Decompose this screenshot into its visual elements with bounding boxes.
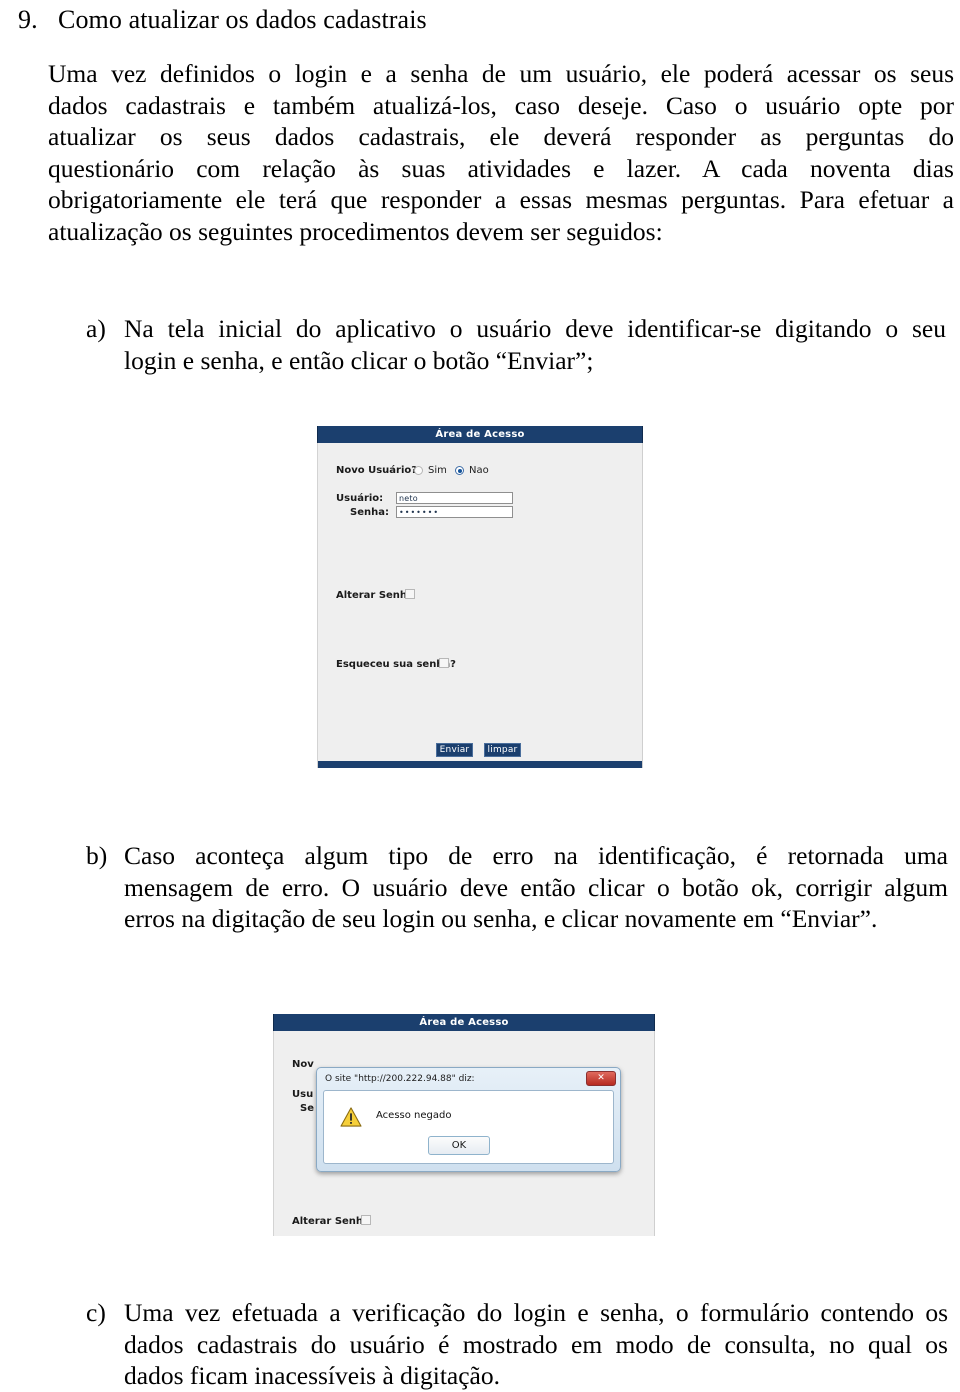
submit-button[interactable]: Enviar <box>436 743 473 757</box>
intro-line-5: obrigatoriamente ele terá que responder … <box>48 185 954 214</box>
intro-line-6: atualização os seguintes procedimentos d… <box>48 216 663 246</box>
error-dialog-screenshot: Área de Acesso Nov Usu Se Alterar Senha … <box>273 1014 655 1236</box>
section-heading-text: Como atualizar os dados cadastrais <box>58 5 427 34</box>
intro-paragraph: Uma vez definidos o login e a senha de u… <box>48 58 954 247</box>
list-item-marker: b) <box>86 841 108 870</box>
alert-dialog-message: Acesso negado <box>376 1110 452 1121</box>
forgot-password-checkbox[interactable] <box>439 658 449 668</box>
intro-line-2: dados cadastrais e também atualizá-los, … <box>48 90 954 120</box>
document-page: 9. Como atualizar os dados cadastrais Uma… <box>0 0 960 1392</box>
list-item-line: login e senha, e então clicar o botão “E… <box>124 345 594 375</box>
list-item-line: Caso aconteça algum tipo de erro na iden… <box>124 841 948 870</box>
section-number: 9. <box>18 5 38 34</box>
intro-line-3: atualizar os seus dados cadastrais, ele … <box>48 122 954 151</box>
intro-line-4: questionário com relação às suas ativida… <box>48 153 954 183</box>
app-footer-bar <box>318 761 642 768</box>
change-password-label: Alterar Senha <box>292 1216 370 1227</box>
page-title: 9. Como atualizar os dados cadastrais <box>18 4 938 36</box>
radio-new-user-no[interactable] <box>455 466 464 475</box>
username-input[interactable]: neto <box>396 492 513 504</box>
alert-dialog-panel: Acesso negado OK <box>323 1090 614 1164</box>
list-item: c) Uma vez efetuada a verificação do log… <box>86 1297 948 1392</box>
app-titlebar: Área de Acesso <box>317 426 643 443</box>
list-item-line: Na tela inicial do aplicativo o usuário … <box>124 314 946 343</box>
close-icon[interactable]: ✕ <box>586 1071 616 1086</box>
change-password-checkbox[interactable] <box>361 1215 371 1225</box>
warning-icon <box>340 1107 362 1127</box>
app-body: Novo Usuário? Sim Nao Usuário: neto Senh… <box>317 443 643 768</box>
list-item: a) Na tela inicial do aplicativo o usuár… <box>86 313 946 376</box>
clear-button[interactable]: limpar <box>484 743 521 757</box>
intro-line-1: Uma vez definidos o login e a senha de u… <box>48 59 954 88</box>
list-item-marker: a) <box>86 314 106 343</box>
forgot-password-label: Esqueceu sua senha? <box>336 659 456 670</box>
app-body: Nov Usu Se Alterar Senha O site "http://… <box>273 1031 655 1236</box>
new-user-label: Novo Usuário? <box>336 465 418 476</box>
list-item-line: Uma vez efetuada a verificação do login … <box>124 1298 948 1327</box>
password-label: Senha: <box>350 507 389 518</box>
change-password-checkbox[interactable] <box>405 589 415 599</box>
username-label: Usuário: <box>336 493 384 504</box>
list-item-body: Caso aconteça algum tipo de erro na iden… <box>124 840 948 935</box>
new-user-label-partial: Nov <box>292 1059 314 1070</box>
alert-dialog: O site "http://200.222.94.88" diz: ✕ Ace… <box>316 1067 621 1172</box>
list-item: b) Caso aconteça algum tipo de erro na i… <box>86 840 948 935</box>
list-item-marker: c) <box>86 1298 106 1327</box>
list-item-body: Na tela inicial do aplicativo o usuário … <box>124 313 946 376</box>
list-item-body: Uma vez efetuada a verificação do login … <box>124 1297 948 1392</box>
login-screen-screenshot: Área de Acesso Novo Usuário? Sim Nao Usu… <box>317 426 643 768</box>
username-label-partial: Usu <box>292 1089 314 1100</box>
alert-dialog-title: O site "http://200.222.94.88" diz: <box>325 1074 475 1084</box>
list-item-line: dados ficam inacessíveis à digitação. <box>124 1361 500 1390</box>
list-item-line: mensagem de erro. O usuário deve então c… <box>124 872 948 902</box>
change-password-label: Alterar Senha <box>336 590 414 601</box>
alert-ok-button[interactable]: OK <box>428 1136 490 1155</box>
app-titlebar: Área de Acesso <box>273 1014 655 1031</box>
password-input[interactable]: ••••••• <box>396 506 513 518</box>
list-item-line: erros na digitação de seu login ou senha… <box>124 904 878 933</box>
radio-yes-label: Sim <box>428 465 447 476</box>
password-label-partial: Se <box>300 1103 314 1114</box>
radio-no-label: Nao <box>469 465 489 476</box>
radio-new-user-yes[interactable] <box>414 466 423 475</box>
list-item-line: dados cadastrais do usuário é mostrado e… <box>124 1329 948 1359</box>
